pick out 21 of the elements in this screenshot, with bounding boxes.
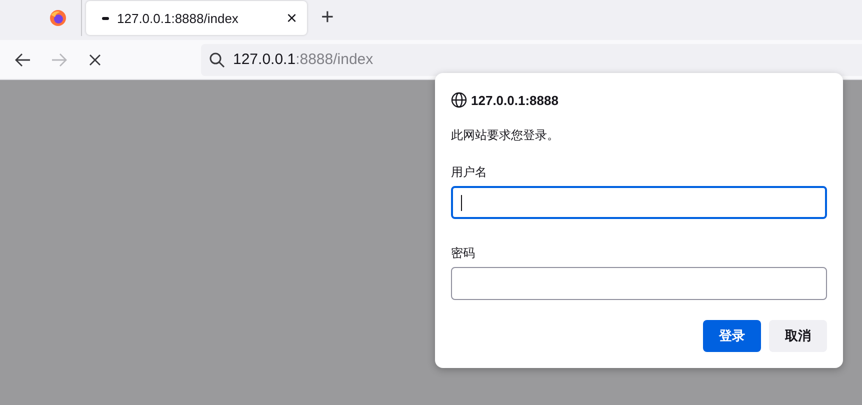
input-field[interactable] <box>451 267 827 300</box>
text-cursor <box>461 194 462 210</box>
field-label: 用户名 <box>451 164 488 181</box>
loading-icon <box>102 16 109 20</box>
back-icon[interactable] <box>15 52 31 66</box>
close-tab-button[interactable]: × <box>286 8 297 28</box>
field-label: 密码 <box>451 245 476 262</box>
browser-logo-icon[interactable] <box>48 9 66 27</box>
url-text: 127.0.0.1:8888/index <box>233 51 374 68</box>
browser-tab[interactable]: 127.0.0.1:8888/index × <box>86 1 307 35</box>
globe-icon <box>451 92 467 108</box>
stop-icon[interactable] <box>89 54 101 66</box>
login-button[interactable]: 登录 <box>703 320 761 352</box>
address-bar[interactable]: 127.0.0.1:8888/index <box>201 44 862 76</box>
dialog-title: 127.0.0.1:8888 <box>471 92 558 108</box>
search-icon <box>209 52 225 68</box>
cancel-button[interactable]: 取消 <box>769 320 827 352</box>
dialog-message: 此网站要求您登录。 <box>451 127 560 144</box>
input-field[interactable] <box>451 186 827 219</box>
tab-title: 127.0.0.1:8888/index <box>117 10 240 26</box>
new-tab-button[interactable]: + <box>321 4 334 30</box>
